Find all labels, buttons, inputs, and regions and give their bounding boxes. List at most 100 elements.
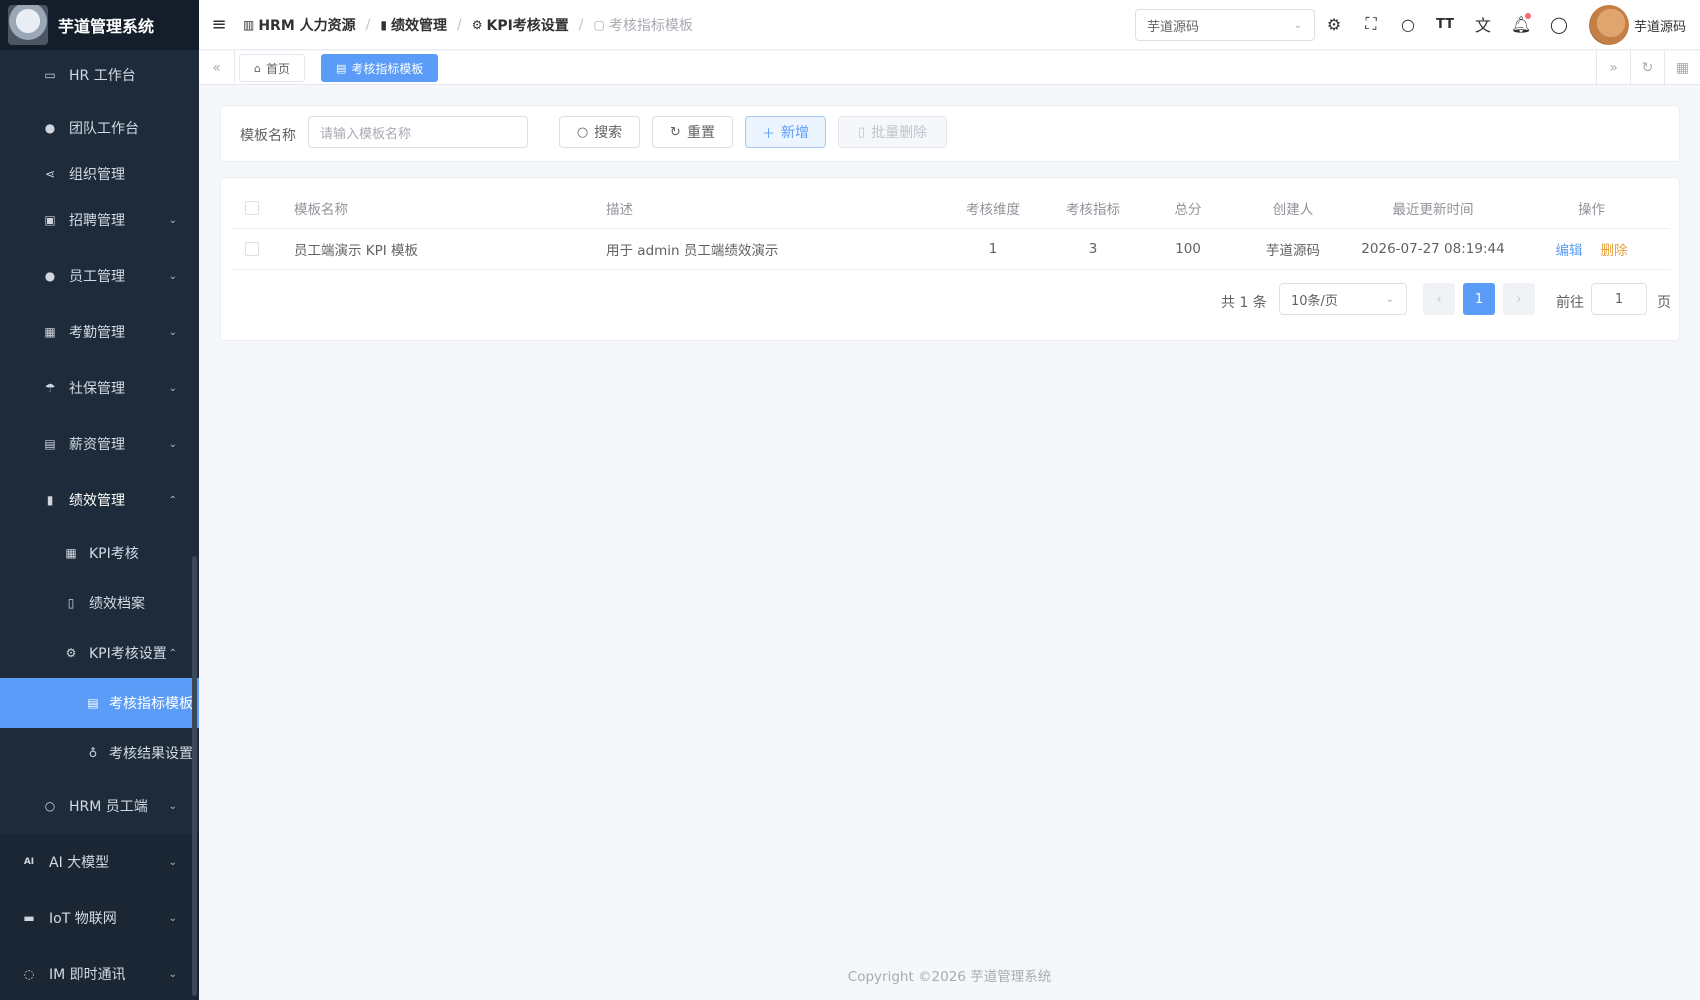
chevron-down-icon: ⌄ xyxy=(168,968,177,980)
select-all-checkbox[interactable] xyxy=(245,201,259,215)
sidebar: 芋道管理系统 ▭ HR 工作台 ● 团队工作台 ⋖ 组织管理 ▣ 招聘管理 ⌄ … xyxy=(0,0,199,1000)
sidebar-item-hrm-employee[interactable]: ○ HRM 员工端 ⌄ xyxy=(0,778,199,834)
medal-icon: ♁ xyxy=(88,746,98,760)
search-button[interactable]: ○ 搜索 xyxy=(559,116,640,148)
tabs-scroll-right-icon[interactable]: » xyxy=(1596,51,1630,84)
sidebar-item-result-settings[interactable]: ♁ 考核结果设置 xyxy=(0,728,199,778)
calendar-icon: ▦ xyxy=(65,546,77,560)
sidebar-item-attendance[interactable]: ▦ 考勤管理 ⌄ xyxy=(0,304,199,360)
sidebar-item-im[interactable]: ◌ IM 即时通讯 ⌄ xyxy=(0,946,199,1000)
refresh-icon[interactable]: ↻ xyxy=(1630,51,1664,84)
goto-label: 前往 xyxy=(1556,295,1584,311)
notification-dot xyxy=(1525,13,1531,19)
bell-icon[interactable]: 🔔︎ xyxy=(1510,13,1532,35)
grid-menu-icon[interactable]: ▦ xyxy=(1664,51,1700,84)
translate-icon[interactable]: 文 xyxy=(1472,13,1494,35)
edit-link[interactable]: 编辑 xyxy=(1556,239,1583,259)
tabs-scroll-left-icon[interactable]: « xyxy=(199,51,235,84)
sidebar-scrollbar[interactable] xyxy=(192,556,197,996)
document-icon: ▯ xyxy=(67,596,75,610)
goto-page-input[interactable]: 1 xyxy=(1591,283,1647,315)
umbrella-icon: ☂ xyxy=(44,381,56,395)
chevron-down-icon: ⌄ xyxy=(168,270,177,282)
menu-toggle-icon[interactable]: ≡ xyxy=(199,14,239,35)
sidebar-item-hr-workbench[interactable]: ▭ HR 工作台 xyxy=(0,50,199,100)
chevron-down-icon: ⌄ xyxy=(1385,293,1394,305)
chevron-down-icon: ⌄ xyxy=(168,438,177,450)
row-checkbox[interactable] xyxy=(245,242,259,256)
share-icon: ⋖ xyxy=(44,167,56,181)
sidebar-item-indicator-template[interactable]: ▤ 考核指标模板 xyxy=(0,678,199,728)
add-button[interactable]: ＋新增 xyxy=(745,116,826,148)
cell-creator: 芋道源码 xyxy=(1266,243,1320,259)
table-panel: 模板名称 描述 考核维度 考核指标 总分 创建人 最近更新时间 操作 员工端演示… xyxy=(220,177,1680,341)
sidebar-item-kpi-review[interactable]: ▦ KPI考核 xyxy=(0,528,199,578)
next-page-button[interactable]: › xyxy=(1503,283,1535,315)
column-header: 最近更新时间 xyxy=(1392,202,1474,218)
breadcrumb-item[interactable]: ▥ HRM 人力资源 xyxy=(243,15,356,35)
sidebar-item-performance[interactable]: ▮ 绩效管理 ⌃ xyxy=(0,472,199,528)
settings-gear-icon[interactable]: ⚙ xyxy=(1323,13,1345,35)
sidebar-item-ai[interactable]: AI AI 大模型 ⌄ xyxy=(0,834,199,890)
search-icon: ○ xyxy=(576,124,589,140)
sidebar-menu: ▭ HR 工作台 ● 团队工作台 ⋖ 组织管理 ▣ 招聘管理 ⌄ ● 员工管理 … xyxy=(0,50,199,1000)
sidebar-item-performance-archive[interactable]: ▯ 绩效档案 xyxy=(0,578,199,628)
refresh-icon: ↻ xyxy=(670,124,681,140)
breadcrumb-item[interactable]: ▮ 绩效管理 xyxy=(380,15,447,35)
font-size-icon[interactable]: TT xyxy=(1434,13,1456,35)
sidebar-item-salary[interactable]: ▤ 薪资管理 ⌄ xyxy=(0,416,199,472)
cell-indicators: 3 xyxy=(1088,241,1098,257)
footer-copyright: Copyright ©2026 芋道管理系统 xyxy=(847,969,1052,985)
tenant-select[interactable]: 芋道源码 ⌄ xyxy=(1135,9,1315,41)
briefcase-icon: ▣ xyxy=(44,213,56,227)
search-panel: 模板名称 请输入模板名称 ○ 搜索 ↻ 重置 ＋新增 ▯ 批量删除 xyxy=(220,105,1680,162)
sidebar-item-employee[interactable]: ● 员工管理 ⌄ xyxy=(0,248,199,304)
logo[interactable]: 芋道管理系统 xyxy=(0,0,199,50)
user-name[interactable]: 芋道源码 xyxy=(1634,16,1686,35)
pagination-total: 共 1 条 xyxy=(1221,295,1267,311)
sidebar-item-org[interactable]: ⋖ 组织管理 xyxy=(0,156,199,192)
search-icon[interactable]: ○ xyxy=(1397,13,1419,35)
breadcrumb-item[interactable]: ⚙ KPI考核设置 xyxy=(472,15,569,35)
column-header: 总分 xyxy=(1174,202,1202,218)
template-name-input[interactable]: 请输入模板名称 xyxy=(308,116,528,148)
cell-updated-time: 2026-07-27 08:19:44 xyxy=(1361,241,1505,257)
column-header: 考核维度 xyxy=(966,202,1020,218)
chevron-down-icon: ⌄ xyxy=(168,800,177,812)
avatar[interactable] xyxy=(1589,5,1629,45)
chevron-down-icon: ⌄ xyxy=(168,326,177,338)
message-icon[interactable]: ◯ xyxy=(1548,13,1570,35)
user-icon: ● xyxy=(44,121,56,135)
page-number-button[interactable]: 1 xyxy=(1463,283,1495,315)
tab-indicator-template[interactable]: ▤ 考核指标模板 xyxy=(321,54,439,82)
chat-icon: ◌ xyxy=(23,967,35,981)
batch-delete-button[interactable]: ▯ 批量删除 xyxy=(838,116,947,148)
top-header: ≡ ▥ HRM 人力资源 / ▮ 绩效管理 / ⚙ KPI考核设置 / ▢ 考核指标模板… xyxy=(199,0,1700,50)
table-row: 员工端演示 KPI 模板 用于 admin 员工端绩效演示 1 3 100 芋道… xyxy=(232,229,1670,270)
logo-image xyxy=(8,5,48,45)
sidebar-item-iot[interactable]: ▬ IoT 物联网 ⌄ xyxy=(0,890,199,946)
sidebar-item-kpi-settings[interactable]: ⚙ KPI考核设置 ⌃ xyxy=(0,628,199,678)
cell-actions: 编辑 删除 xyxy=(1513,229,1670,269)
cell-total-score: 100 xyxy=(1175,241,1201,257)
reset-button[interactable]: ↻ 重置 xyxy=(652,116,733,148)
money-icon: ▤ xyxy=(44,437,56,451)
column-header: 操作 xyxy=(1578,202,1605,218)
page-suffix-label: 页 xyxy=(1657,295,1671,311)
trash-icon: ▯ xyxy=(857,124,866,140)
page-size-select[interactable]: 10条/页 ⌄ xyxy=(1279,283,1407,315)
fullscreen-icon[interactable]: ⛶ xyxy=(1360,13,1382,35)
plus-icon: ＋ xyxy=(761,126,775,142)
chevron-up-icon: ⌃ xyxy=(168,647,177,659)
sidebar-item-recruit[interactable]: ▣ 招聘管理 ⌄ xyxy=(0,192,199,248)
column-header: 模板名称 xyxy=(294,202,348,218)
delete-link[interactable]: 删除 xyxy=(1601,239,1628,259)
prev-page-button[interactable]: ‹ xyxy=(1423,283,1455,315)
sidebar-item-social-security[interactable]: ☂ 社保管理 ⌄ xyxy=(0,360,199,416)
sidebar-item-team-workbench[interactable]: ● 团队工作台 xyxy=(0,100,199,156)
tab-home[interactable]: ⌂ 首页 xyxy=(239,54,305,82)
column-header: 考核指标 xyxy=(1066,202,1120,218)
chevron-up-icon: ⌃ xyxy=(168,494,177,506)
chevron-down-icon: ⌄ xyxy=(168,382,177,394)
file-icon: ▢ xyxy=(593,17,605,32)
